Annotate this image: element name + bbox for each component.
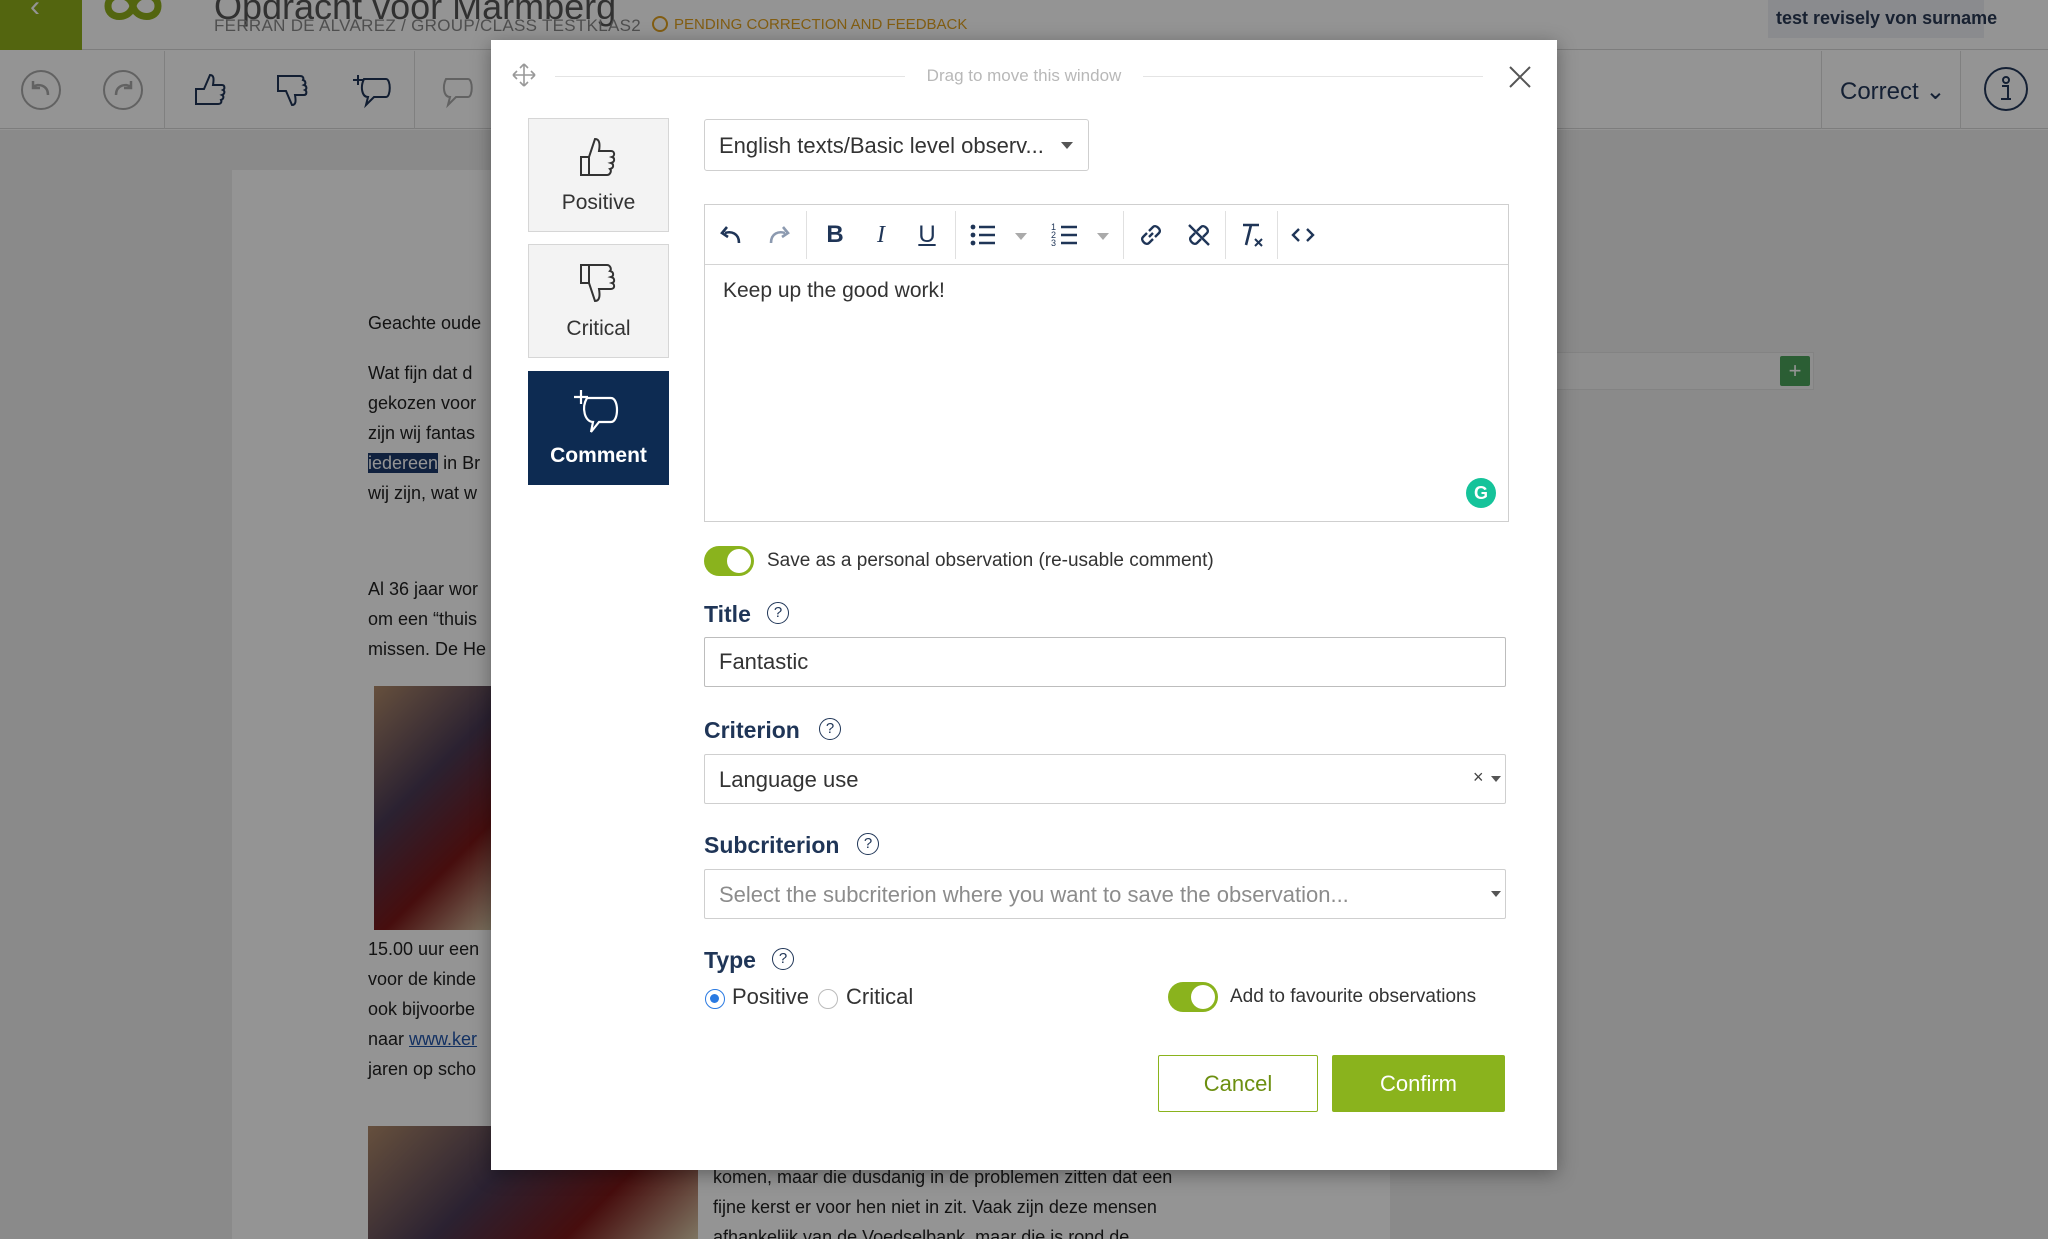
- close-icon[interactable]: [1505, 62, 1535, 92]
- help-icon[interactable]: ?: [857, 833, 879, 855]
- cancel-button[interactable]: Cancel: [1158, 1055, 1318, 1112]
- caret-down-icon: [1061, 142, 1073, 149]
- subcriterion-label: Subcriterion: [704, 832, 840, 858]
- observation-dialog: Drag to move this window Positive Critic…: [491, 40, 1557, 1170]
- editor-content[interactable]: Keep up the good work!: [723, 279, 945, 303]
- subcriterion-placeholder: Select the subcriterion where you want t…: [719, 882, 1349, 907]
- criterion-label: Criterion: [704, 717, 800, 743]
- bullet-list-icon[interactable]: [967, 219, 999, 251]
- editor-divider: [806, 211, 807, 259]
- type-positive-radio[interactable]: [705, 989, 725, 1009]
- clear-icon[interactable]: ×: [1473, 767, 1484, 788]
- favourite-label: Add to favourite observations: [1230, 986, 1477, 1007]
- editor-divider: [1123, 211, 1124, 259]
- type-critical-radio[interactable]: [818, 989, 838, 1009]
- unlink-icon[interactable]: [1183, 219, 1215, 251]
- toggle-knob: [1191, 985, 1215, 1009]
- type-positive-button[interactable]: Positive: [528, 118, 669, 232]
- help-icon[interactable]: ?: [772, 948, 794, 970]
- title-label: Title: [704, 601, 751, 627]
- underline-icon[interactable]: U: [911, 219, 943, 251]
- redo-icon[interactable]: [763, 219, 795, 251]
- grammarly-icon[interactable]: G: [1466, 478, 1496, 508]
- toggle-knob: [727, 549, 751, 573]
- rich-text-editor: B I U 123 Keep up the good work! G: [704, 204, 1509, 522]
- confirm-button[interactable]: Confirm: [1332, 1055, 1505, 1112]
- editor-toolbar: B I U 123: [705, 205, 1508, 265]
- svg-text:3: 3: [1051, 238, 1056, 248]
- type-label: Positive: [561, 191, 636, 214]
- title-input[interactable]: Fantastic: [704, 637, 1506, 687]
- editor-divider: [955, 211, 956, 259]
- type-comment-button[interactable]: Comment: [528, 371, 669, 485]
- favourite-toggle[interactable]: [1168, 982, 1218, 1012]
- type-label: Critical: [566, 317, 631, 340]
- observation-set-value: English texts/Basic level observ...: [719, 133, 1044, 158]
- italic-icon[interactable]: I: [865, 219, 897, 251]
- caret-down-icon[interactable]: [1097, 233, 1109, 240]
- bold-icon[interactable]: B: [819, 219, 851, 251]
- clear-format-icon[interactable]: [1235, 219, 1267, 251]
- type-label: Type: [704, 947, 756, 973]
- criterion-select[interactable]: Language use ×: [704, 754, 1506, 804]
- code-icon[interactable]: [1287, 219, 1319, 251]
- editor-divider: [1277, 211, 1278, 259]
- help-icon[interactable]: ?: [819, 718, 841, 740]
- help-icon[interactable]: ?: [767, 602, 789, 624]
- observation-set-select[interactable]: English texts/Basic level observ...: [704, 119, 1089, 171]
- type-positive-label: Positive: [732, 984, 810, 1009]
- numbered-list-icon[interactable]: 123: [1049, 219, 1081, 251]
- thumbs-up-icon: [580, 137, 616, 176]
- subcriterion-select[interactable]: Select the subcriterion where you want t…: [704, 869, 1506, 919]
- caret-down-icon: [1491, 776, 1501, 782]
- undo-icon[interactable]: [715, 219, 747, 251]
- save-personal-label: Save as a personal observation (re-usabl…: [767, 550, 1214, 571]
- link-icon[interactable]: [1135, 219, 1167, 251]
- caret-down-icon[interactable]: [1015, 233, 1027, 240]
- type-critical-label: Critical: [846, 984, 914, 1009]
- save-personal-toggle[interactable]: [704, 546, 754, 576]
- caret-down-icon: [1491, 891, 1501, 897]
- type-critical-button[interactable]: Critical: [528, 244, 669, 358]
- comment-add-icon: [574, 390, 619, 433]
- drag-hint: Drag to move this window: [926, 66, 1122, 85]
- type-label: Comment: [550, 444, 647, 467]
- thumbs-down-icon: [580, 264, 616, 303]
- criterion-value: Language use: [719, 767, 859, 792]
- editor-divider: [1225, 211, 1226, 259]
